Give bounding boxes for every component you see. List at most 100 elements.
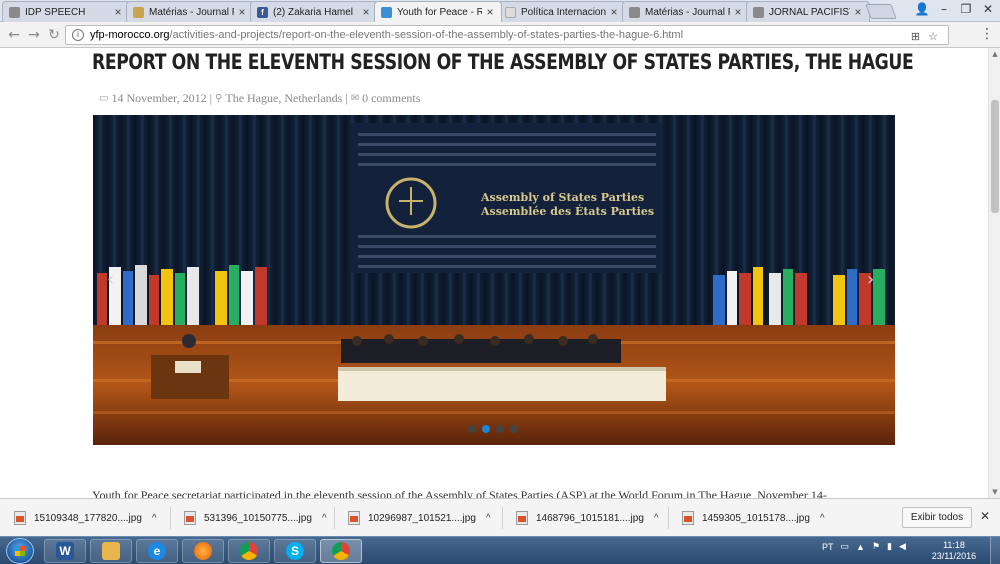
forward-arrow-icon[interactable]: → [25, 26, 43, 44]
download-item[interactable]: 1468796_1015181....jpg ^ [516, 506, 659, 530]
download-filename: 1459305_1015178....jpg [702, 512, 810, 524]
close-icon[interactable]: × [113, 5, 123, 19]
maximize-button[interactable]: ❐ [958, 2, 974, 16]
close-icon[interactable]: × [361, 5, 371, 19]
network-icon[interactable]: ▮ [887, 541, 892, 552]
calendar-icon: ▭ [99, 93, 109, 104]
url-path: /activities-and-projects/report-on-the-e… [169, 29, 684, 41]
site-icon [505, 6, 516, 18]
menu-icon[interactable]: ⋮ [980, 26, 994, 42]
minimize-button[interactable]: – [936, 2, 952, 16]
bookmark-star-icon[interactable]: ☆ [928, 30, 938, 43]
back-arrow-icon[interactable]: ← [5, 26, 23, 44]
comments-icon: ✉ [350, 93, 360, 104]
map-marker-icon: ⚲ [215, 93, 223, 104]
language-indicator[interactable]: PT [822, 542, 834, 552]
article-comments-link[interactable]: 0 comments [362, 91, 420, 106]
slider-prev-icon[interactable]: ‹ [107, 269, 114, 290]
volume-icon[interactable]: ◀ [899, 541, 906, 552]
firefox-icon [194, 542, 212, 560]
taskbar-firefox[interactable] [182, 539, 224, 563]
screen-caption-fr: Assemblée des États Parties [480, 204, 654, 218]
system-tray: PT ▭ ▲ ⚑ ▮ ◀ [822, 541, 906, 552]
info-icon[interactable]: i [72, 29, 84, 41]
keyboard-icon[interactable]: ▭ [841, 541, 850, 552]
taskbar-skype[interactable]: S [274, 539, 316, 563]
address-bar[interactable]: i yfp-morocco.org/activities-and-project… [65, 25, 949, 45]
article-location[interactable]: The Hague, Netherlands [225, 91, 342, 106]
word-icon: W [56, 542, 74, 560]
tab-jornal-pacifista[interactable]: JORNAL PACIFISTA × [746, 1, 870, 22]
chevron-up-icon[interactable]: ^ [654, 513, 659, 524]
slider-next-icon[interactable]: › [867, 269, 874, 290]
document-icon [753, 6, 764, 18]
chevron-up-icon[interactable]: ^ [820, 513, 825, 524]
document-icon [629, 6, 640, 18]
tab-materias-journal[interactable]: Matérias - Journal P × [126, 1, 254, 22]
close-icon[interactable]: × [609, 5, 619, 19]
close-icon[interactable]: × [733, 5, 743, 19]
clock-date: 23/11/2016 [931, 551, 977, 561]
download-item[interactable]: 15109348_177820....jpg ^ [14, 506, 157, 530]
slider-dot[interactable] [496, 425, 504, 433]
flag-icon[interactable]: ⚑ [872, 541, 880, 552]
tab-youth-for-peace[interactable]: Youth for Peace - R × [374, 1, 502, 22]
tab-idp-speech[interactable]: IDP SPEECH × [2, 1, 130, 22]
scroll-down-icon[interactable]: ▼ [989, 488, 1000, 496]
new-tab-button[interactable] [865, 4, 897, 19]
scrollbar-thumb[interactable] [991, 100, 999, 213]
screen: IDP SPEECH × Matérias - Journal P × f (2… [0, 0, 1000, 564]
download-item[interactable]: 10296987_101521....jpg ^ [348, 506, 491, 530]
download-filename: 531396_10150775....jpg [204, 512, 312, 524]
slider-dot[interactable] [510, 425, 518, 433]
close-icon[interactable]: × [485, 5, 495, 19]
taskbar-chrome[interactable] [228, 539, 270, 563]
download-filename: 1468796_1015181....jpg [536, 512, 644, 524]
chevron-up-icon[interactable]: ^ [152, 513, 157, 524]
taskbar-explorer[interactable] [90, 539, 132, 563]
tab-label: JORNAL PACIFISTA [769, 6, 850, 18]
taskbar-chrome-active[interactable] [320, 539, 362, 563]
scroll-up-icon[interactable]: ▲ [989, 50, 1000, 58]
download-filename: 15109348_177820....jpg [34, 512, 142, 524]
image-file-icon [184, 511, 196, 525]
slider-dot-active[interactable] [482, 425, 490, 433]
photo-slider[interactable]: Assembly of States Parties Assemblée des… [93, 115, 895, 445]
vertical-scrollbar[interactable]: ▲ ▼ [988, 48, 1000, 498]
tab-label: Youth for Peace - R [397, 6, 482, 18]
article-date: 14 November, 2012 [111, 91, 207, 105]
download-item[interactable]: 531396_10150775....jpg ^ [184, 506, 327, 530]
chevron-up-icon[interactable]: ^ [322, 513, 327, 524]
close-icon[interactable]: ✕ [980, 509, 990, 523]
clock[interactable]: 11:18 23/11/2016 [930, 540, 978, 562]
site-icon [133, 6, 144, 18]
download-shelf: 15109348_177820....jpg ^ 531396_10150775… [0, 498, 1000, 536]
chrome-icon [240, 542, 258, 560]
show-hidden-icons-icon[interactable]: ▲ [856, 542, 865, 552]
image-file-icon [348, 511, 360, 525]
translate-icon[interactable]: ⊞ [911, 30, 920, 43]
article-body: Youth for Peace secretariat participated… [92, 488, 827, 498]
taskbar-word[interactable]: W [44, 539, 86, 563]
download-item[interactable]: 1459305_1015178....jpg ^ [682, 506, 825, 530]
chevron-up-icon[interactable]: ^ [486, 513, 491, 524]
chrome-icon [332, 542, 350, 560]
tab-politica-internacional[interactable]: Política Internaciona × [498, 1, 626, 22]
tab-facebook[interactable]: f (2) Zakaria Hamel × [250, 1, 378, 22]
close-icon[interactable]: × [237, 5, 247, 19]
reload-icon[interactable]: ↻ [45, 26, 63, 44]
close-window-button[interactable]: ✕ [980, 2, 996, 16]
skype-icon: S [286, 542, 304, 560]
show-desktop-button[interactable] [990, 537, 1000, 564]
slider-dot[interactable] [468, 425, 476, 433]
show-all-downloads-button[interactable]: Exibir todos [902, 507, 972, 528]
document-icon [9, 6, 20, 18]
tab-label: Matérias - Journal P [149, 6, 234, 18]
start-button[interactable] [6, 538, 34, 564]
tab-materias-journal-2[interactable]: Matérias - Journal P × [622, 1, 750, 22]
site-icon [381, 6, 392, 18]
user-icon[interactable]: 👤 [914, 2, 930, 16]
close-icon[interactable]: × [853, 5, 863, 19]
taskbar-ie[interactable]: e [136, 539, 178, 563]
image-file-icon [516, 511, 528, 525]
